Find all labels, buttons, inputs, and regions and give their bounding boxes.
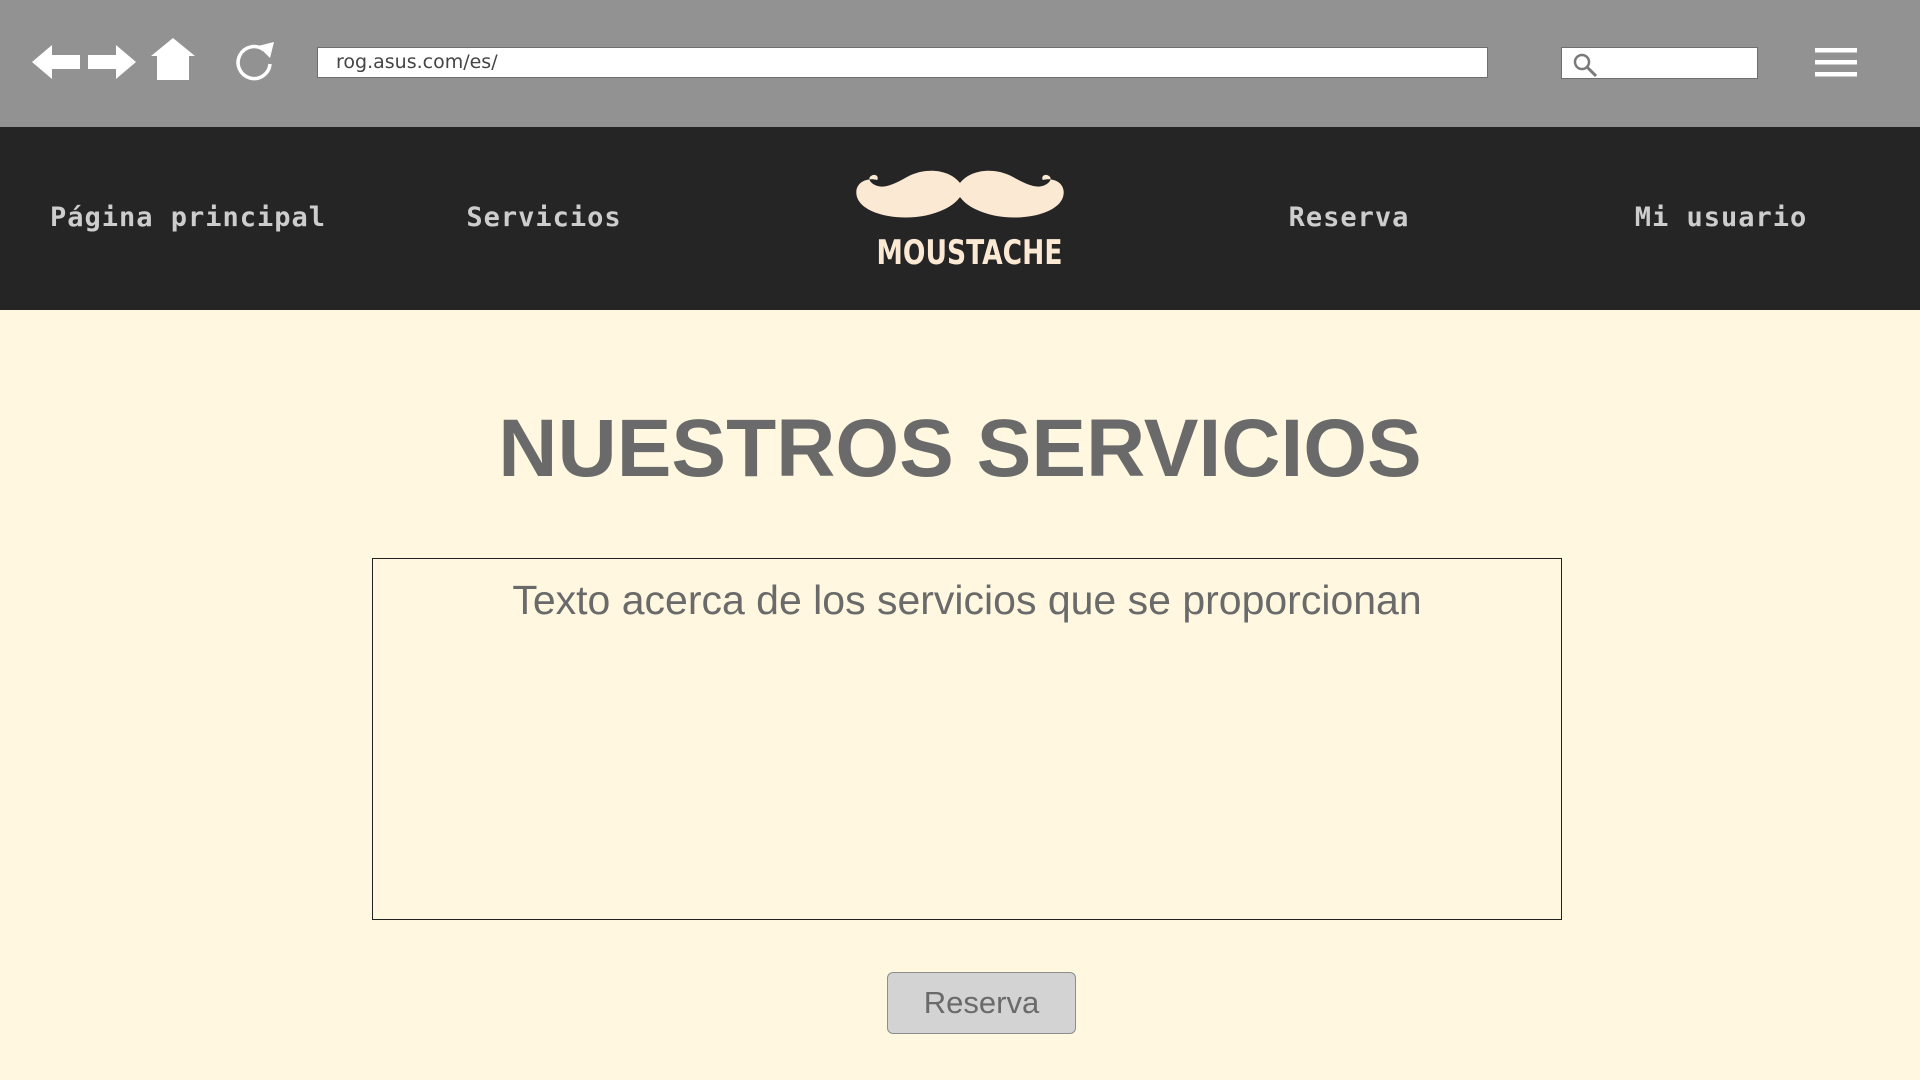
refresh-icon[interactable]: [234, 42, 276, 84]
home-icon[interactable]: [151, 38, 195, 80]
nav-link-reserve[interactable]: Reserva: [1289, 202, 1410, 233]
moustache-logo[interactable]: MOUSTACHE: [853, 167, 1067, 287]
site-navigation: Página principal Servicios MOUSTACHE Res…: [0, 127, 1920, 310]
nav-link-user[interactable]: Mi usuario: [1635, 202, 1808, 233]
nav-link-services[interactable]: Servicios: [466, 202, 621, 233]
address-bar[interactable]: rog.asus.com/es/: [317, 47, 1488, 78]
browser-toolbar: rog.asus.com/es/: [0, 0, 1920, 127]
services-description: Texto acerca de los servicios que se pro…: [512, 577, 1422, 623]
logo-text: MOUSTACHE: [876, 233, 1063, 273]
forward-arrow-icon[interactable]: [88, 45, 136, 79]
search-input[interactable]: [1561, 47, 1758, 79]
page-title: NUESTROS SERVICIOS: [498, 403, 1422, 494]
hamburger-menu-icon[interactable]: [1815, 46, 1857, 78]
reserve-button[interactable]: Reserva: [887, 972, 1076, 1034]
search-icon: [1572, 52, 1598, 78]
moustache-icon: [856, 170, 1064, 218]
nav-link-home[interactable]: Página principal: [50, 202, 326, 233]
back-arrow-icon[interactable]: [32, 45, 80, 79]
services-text-box: Texto acerca de los servicios que se pro…: [372, 558, 1562, 920]
